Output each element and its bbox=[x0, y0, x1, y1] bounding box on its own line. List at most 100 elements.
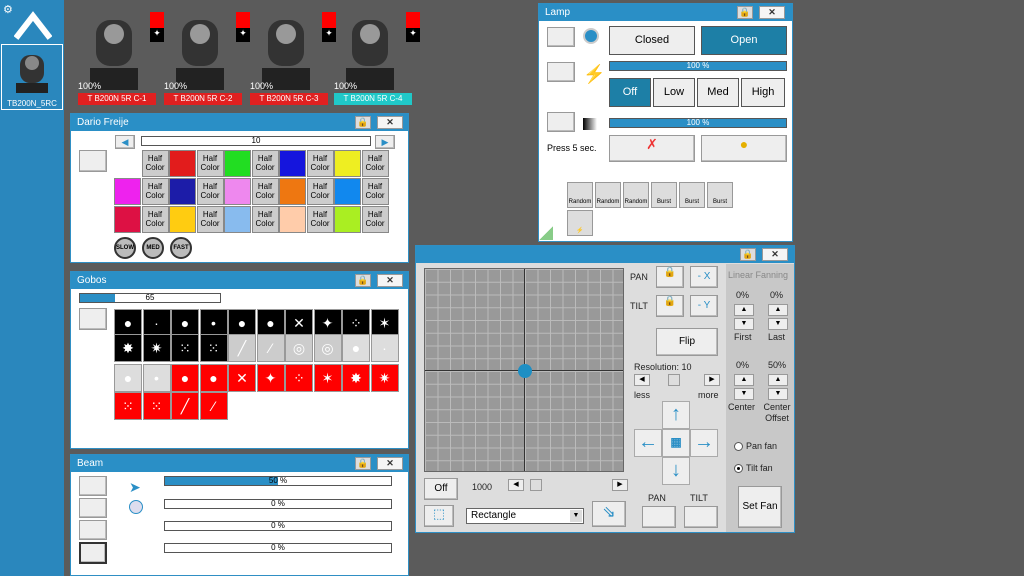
half-color-button[interactable]: Half Color bbox=[361, 206, 389, 233]
color-swatch[interactable] bbox=[224, 150, 251, 177]
gobo-button[interactable]: ● bbox=[199, 364, 228, 392]
set-fan-button[interactable]: Set Fan bbox=[738, 486, 782, 528]
center-button[interactable]: ▦ bbox=[662, 429, 690, 457]
half-color-button[interactable]: Half Color bbox=[141, 178, 169, 205]
color-swatch[interactable] bbox=[224, 178, 251, 205]
color-swatch[interactable] bbox=[169, 206, 196, 233]
color-swatch[interactable] bbox=[279, 206, 306, 233]
swap-button[interactable]: ⇘ bbox=[592, 501, 626, 527]
left-arrow-button[interactable]: ← bbox=[634, 429, 662, 457]
blank-button[interactable] bbox=[79, 308, 107, 330]
gobo-button[interactable]: ✷ bbox=[142, 334, 171, 362]
color-slider[interactable]: 10 bbox=[141, 136, 371, 146]
res-slider-thumb[interactable] bbox=[668, 374, 680, 386]
res-right-button[interactable]: ▶ bbox=[704, 374, 720, 386]
neg-x-button[interactable]: - X bbox=[690, 266, 718, 288]
shape-select[interactable]: Rectangle ▼ bbox=[466, 508, 584, 524]
fixture-1[interactable]: ✦ 100% T B200N 5R C-1 bbox=[78, 8, 164, 108]
color-swatch[interactable] bbox=[114, 206, 141, 233]
gobo-button[interactable]: ✦ bbox=[313, 309, 342, 337]
color-swatch[interactable] bbox=[169, 178, 196, 205]
close-button[interactable]: ✕ bbox=[759, 6, 785, 19]
fixture-tile[interactable]: TB200N_5RC bbox=[1, 44, 63, 110]
beam-bar-4[interactable]: 0 % bbox=[164, 543, 392, 553]
pan-fan-radio[interactable] bbox=[734, 442, 743, 451]
half-color-button[interactable]: Half Color bbox=[251, 206, 279, 233]
beam-bar-2[interactable]: 0 % bbox=[164, 499, 392, 509]
strobe-bar[interactable]: 100 % bbox=[609, 61, 787, 71]
med-icon[interactable]: MED bbox=[142, 237, 164, 259]
blank-button[interactable] bbox=[547, 27, 575, 47]
position-dot[interactable] bbox=[518, 364, 532, 378]
gobo-button[interactable]: • bbox=[199, 309, 228, 337]
color-swatch[interactable] bbox=[279, 150, 306, 177]
gear-icon[interactable]: ⚙ bbox=[3, 3, 13, 16]
gobo-button[interactable]: ● bbox=[114, 364, 142, 392]
gobo-button[interactable]: ⁙ bbox=[199, 334, 228, 362]
fixture-4[interactable]: ✦ 100% T B200N 5R C-4 bbox=[334, 8, 420, 108]
color-swatch[interactable] bbox=[334, 178, 361, 205]
gobo-button[interactable]: • bbox=[142, 364, 171, 392]
next-arrow-button[interactable]: ▶ bbox=[375, 135, 395, 149]
gobo-button[interactable]: ✦ bbox=[256, 364, 285, 392]
res-left-button[interactable]: ◀ bbox=[634, 374, 650, 386]
dimmer-bar[interactable]: 100 % bbox=[609, 118, 787, 128]
gobo-button[interactable]: ● bbox=[114, 309, 142, 337]
effect-button[interactable]: Burst bbox=[651, 182, 677, 208]
blank-button[interactable] bbox=[79, 150, 107, 172]
half-color-button[interactable]: Half Color bbox=[306, 206, 334, 233]
gobo-button[interactable]: · bbox=[370, 334, 399, 362]
gobo-button[interactable]: ● bbox=[171, 309, 199, 337]
first-up-button[interactable]: ▲ bbox=[734, 304, 754, 316]
gobo-button[interactable]: ● bbox=[171, 364, 199, 392]
fast-icon[interactable]: FAST bbox=[170, 237, 192, 259]
close-button[interactable]: ✕ bbox=[377, 116, 403, 129]
xy-pad[interactable] bbox=[424, 268, 624, 472]
last-down-button[interactable]: ▼ bbox=[768, 318, 788, 330]
beam-button-1[interactable] bbox=[79, 476, 107, 496]
last-up-button[interactable]: ▲ bbox=[768, 304, 788, 316]
center-down-button[interactable]: ▼ bbox=[734, 388, 754, 400]
lock-icon[interactable]: 🔒 bbox=[737, 6, 753, 19]
beam-button-2[interactable] bbox=[79, 498, 107, 518]
gobo-button[interactable]: ⁘ bbox=[342, 309, 370, 337]
half-color-button[interactable]: Half Color bbox=[361, 150, 389, 177]
effect-button[interactable]: Random bbox=[595, 182, 621, 208]
beam-button-3[interactable] bbox=[79, 520, 107, 540]
low-button[interactable]: Low bbox=[653, 78, 695, 107]
up-arrow-button[interactable]: ↑ bbox=[662, 401, 690, 429]
gobo-button[interactable]: ⁙ bbox=[171, 334, 199, 362]
half-color-button[interactable]: Half Color bbox=[196, 178, 224, 205]
tilt-lock-button[interactable]: 🔒 bbox=[656, 295, 684, 317]
gobo-button[interactable]: ⁘ bbox=[285, 364, 313, 392]
gobo-button[interactable]: ⁙ bbox=[114, 392, 142, 420]
lamp-on-button[interactable]: ● bbox=[701, 135, 787, 162]
gobo-button[interactable]: · bbox=[142, 309, 171, 337]
effect-button[interactable]: Burst bbox=[707, 182, 733, 208]
pan-button[interactable] bbox=[642, 506, 676, 528]
gobo-button[interactable]: ✸ bbox=[114, 334, 142, 362]
gobo-button[interactable]: ✸ bbox=[342, 364, 370, 392]
prev-arrow-button[interactable]: ◀ bbox=[115, 135, 135, 149]
med-button[interactable]: Med bbox=[697, 78, 739, 107]
blank-button[interactable] bbox=[547, 62, 575, 82]
off-button[interactable]: Off bbox=[424, 478, 458, 500]
half-color-button[interactable]: Half Color bbox=[306, 150, 334, 177]
right-arrow-button[interactable]: → bbox=[690, 429, 718, 457]
color-swatch[interactable] bbox=[279, 178, 306, 205]
high-button[interactable]: High bbox=[741, 78, 785, 107]
closed-button[interactable]: Closed bbox=[609, 26, 695, 55]
fixture-3[interactable]: ✦ 100% T B200N 5R C-3 bbox=[250, 8, 336, 108]
gobo-button[interactable]: ╱ bbox=[171, 392, 199, 420]
color-swatch[interactable] bbox=[224, 206, 251, 233]
speed-slider-thumb[interactable] bbox=[530, 479, 542, 491]
effect-button[interactable]: Random bbox=[623, 182, 649, 208]
down-arrow-button[interactable]: ↓ bbox=[662, 457, 690, 485]
offset-up-button[interactable]: ▲ bbox=[768, 374, 788, 386]
center-up-button[interactable]: ▲ bbox=[734, 374, 754, 386]
gobo-button[interactable]: ● bbox=[342, 334, 370, 362]
pan-lock-button[interactable]: 🔒 bbox=[656, 266, 684, 288]
blank-button[interactable] bbox=[547, 112, 575, 132]
close-button[interactable]: ✕ bbox=[377, 457, 403, 470]
off-button[interactable]: Off bbox=[609, 78, 651, 107]
